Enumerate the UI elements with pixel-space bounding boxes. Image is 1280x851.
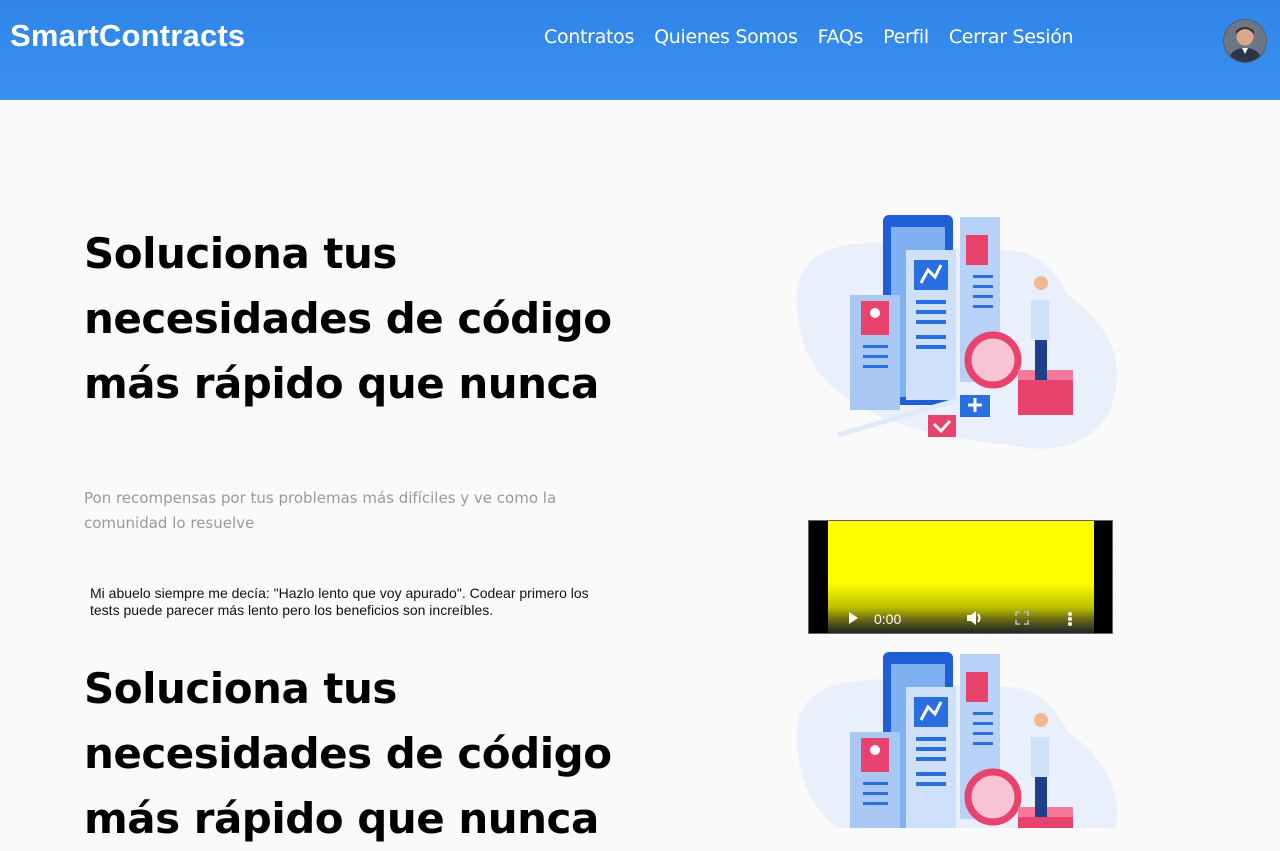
volume-icon[interactable] bbox=[965, 610, 983, 629]
nav-link-cerrar-sesion[interactable]: Cerrar Sesión bbox=[939, 26, 1083, 48]
video-time: 0:00 bbox=[874, 611, 902, 627]
hero-title: Soluciona tus necesidades de código más … bbox=[84, 229, 612, 408]
nav-link-perfil[interactable]: Perfil bbox=[873, 26, 939, 48]
avatar[interactable] bbox=[1223, 19, 1267, 63]
hero-section: Soluciona tus necesidades de código más … bbox=[84, 221, 644, 416]
developer-illustration bbox=[796, 215, 1117, 449]
fullscreen-icon[interactable] bbox=[1015, 611, 1029, 628]
play-icon[interactable] bbox=[847, 611, 859, 628]
hero-quote: Mi abuelo siempre me decía: "Hazlo lento… bbox=[90, 585, 589, 618]
hero-section-2: Soluciona tus necesidades de código más … bbox=[84, 656, 644, 851]
nav-link-faqs[interactable]: FAQs bbox=[808, 26, 874, 48]
avatar-icon bbox=[1224, 20, 1266, 62]
more-options-icon[interactable] bbox=[1067, 611, 1073, 630]
nav-link-quienes-somos[interactable]: Quienes Somos bbox=[644, 26, 807, 48]
nav-link-contratos[interactable]: Contratos bbox=[534, 26, 644, 48]
developer-illustration-2 bbox=[796, 652, 1117, 828]
hero-title-2: Soluciona tus necesidades de código más … bbox=[84, 664, 612, 843]
brand-logo[interactable]: SmartContracts bbox=[10, 18, 245, 54]
video-player[interactable]: 0:00 bbox=[808, 520, 1113, 634]
nav-links: Contratos Quienes Somos FAQs Perfil Cerr… bbox=[534, 26, 1083, 48]
hero-subtitle: Pon recompensas por tus problemas más di… bbox=[84, 489, 557, 532]
navbar: SmartContracts Contratos Quienes Somos F… bbox=[0, 0, 1280, 100]
video-controls: 0:00 bbox=[809, 607, 1112, 633]
